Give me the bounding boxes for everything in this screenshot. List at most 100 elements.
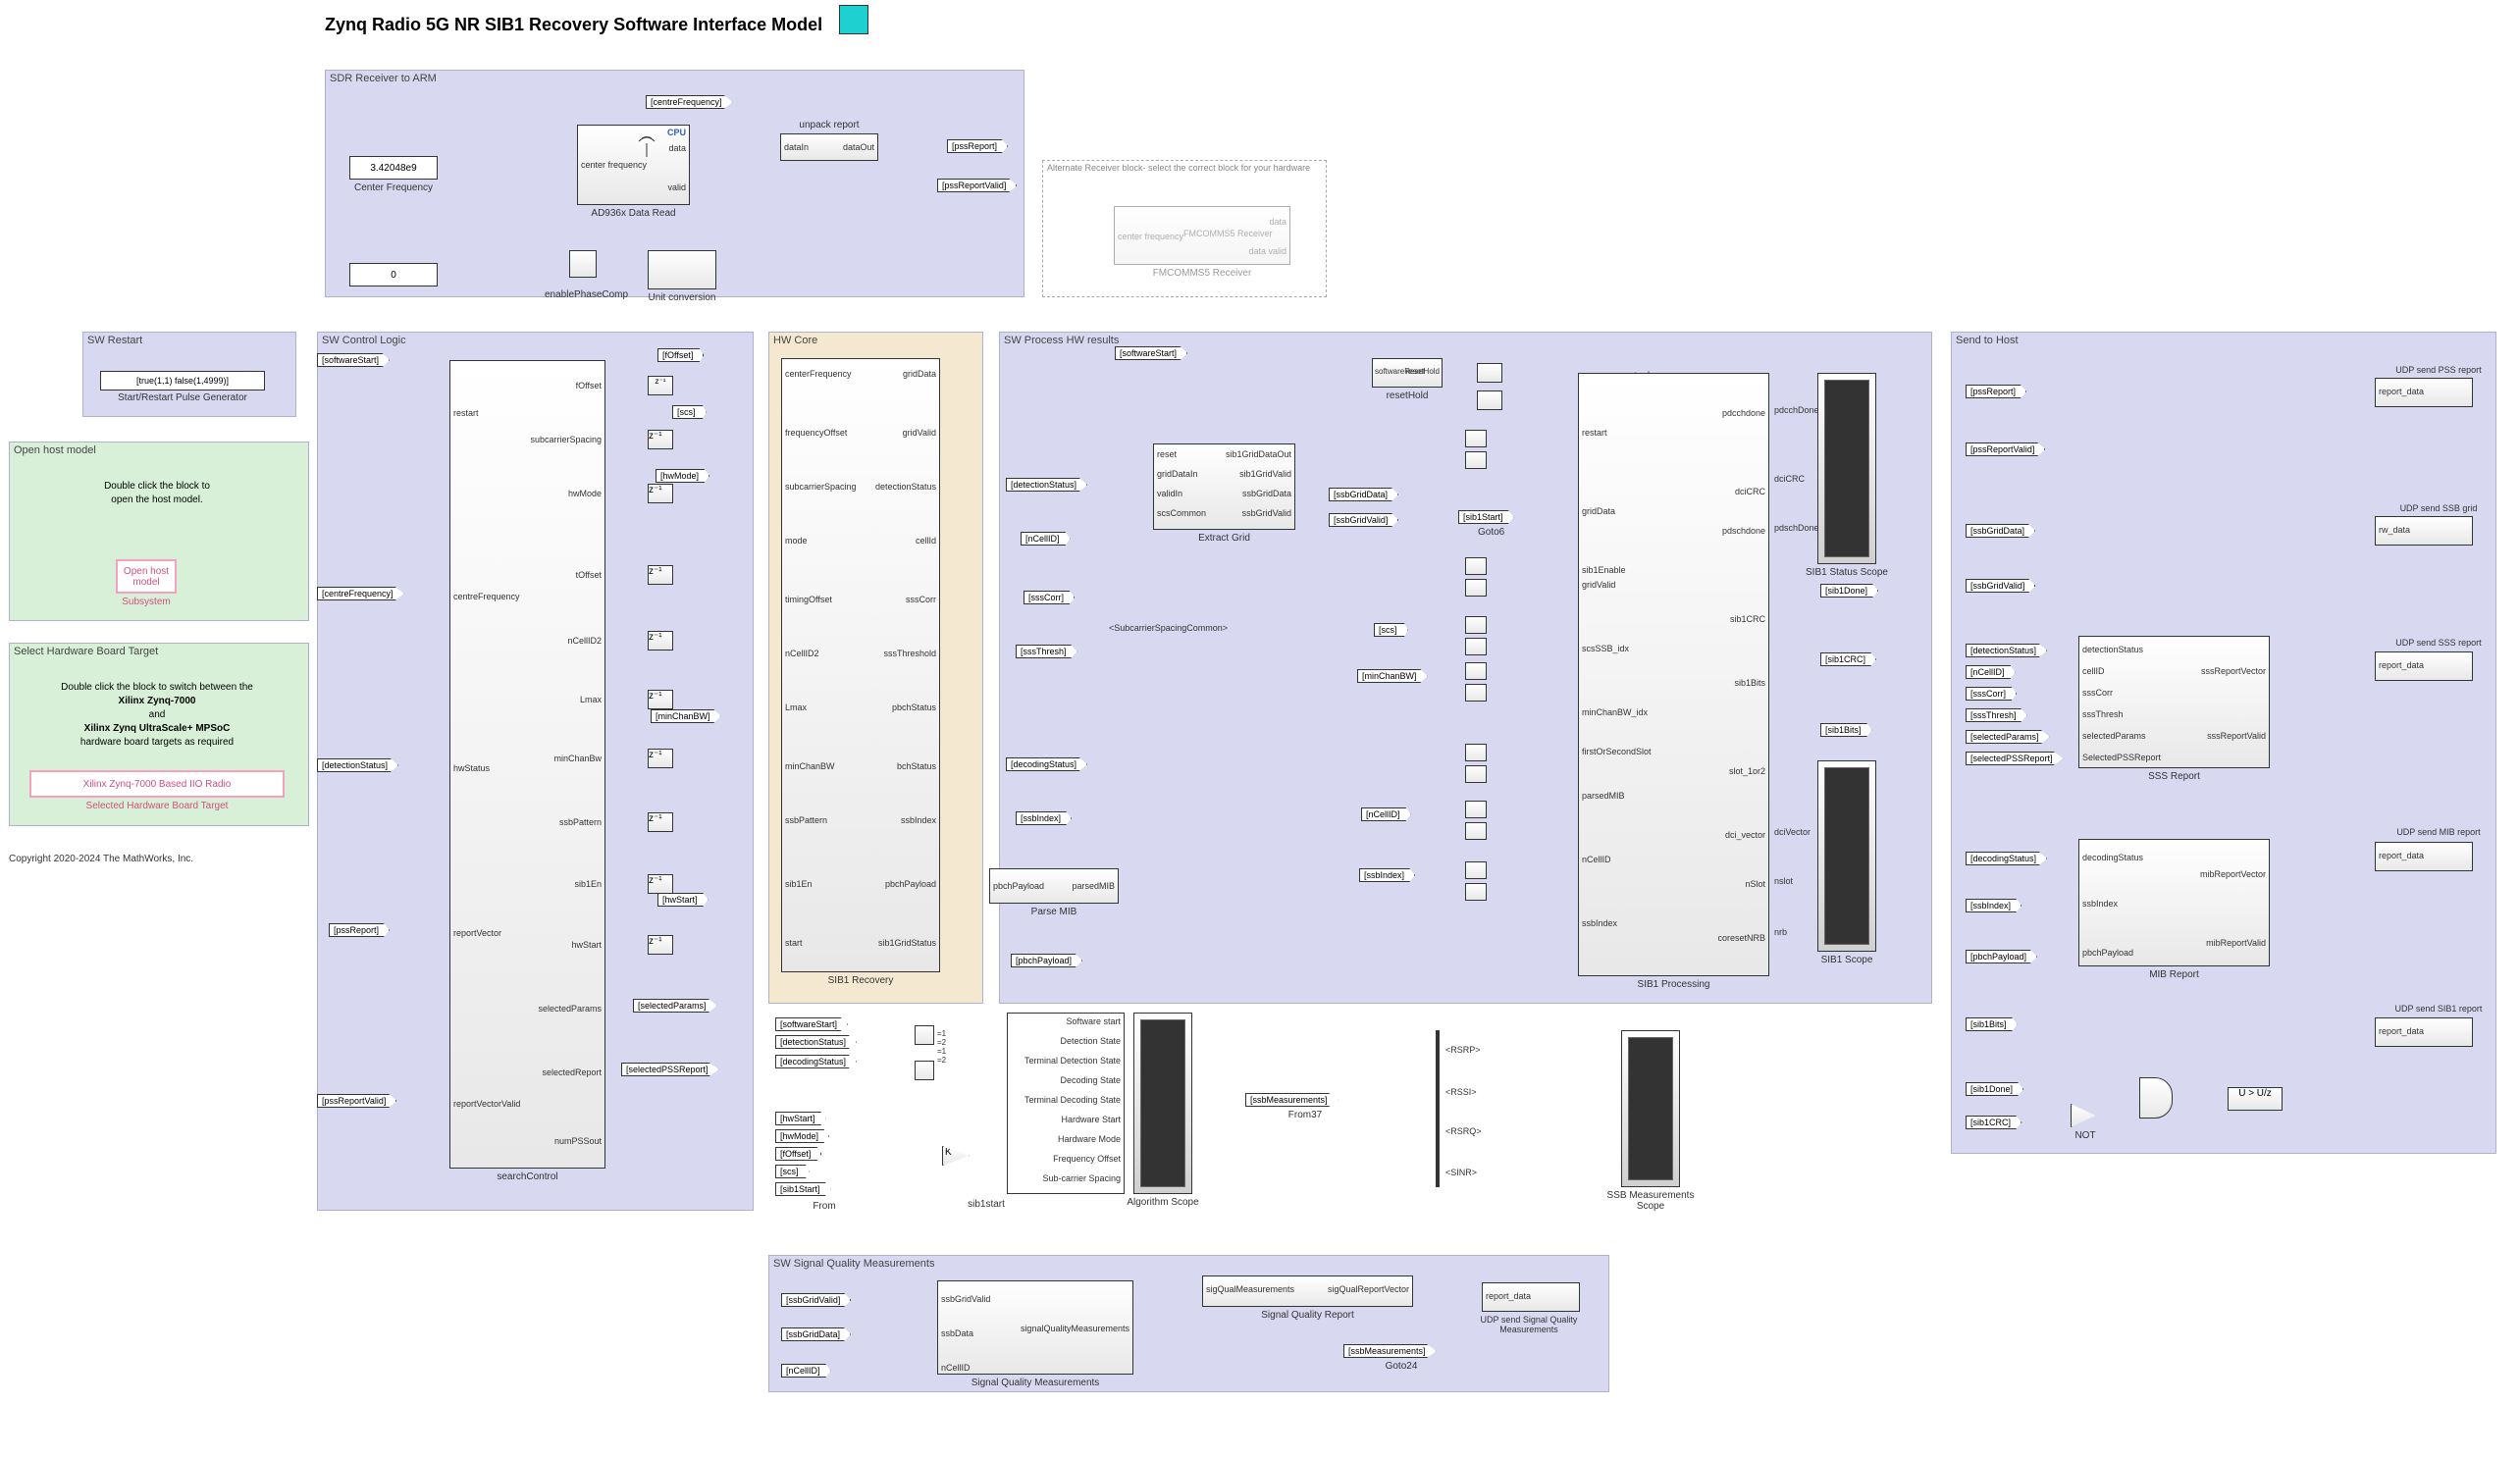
block-unpack[interactable]: dataIn dataOut bbox=[780, 133, 878, 161]
block-algorithm-scope[interactable] bbox=[1133, 1013, 1192, 1194]
tag-s1bits-sh[interactable]: [sib1Bits] bbox=[1966, 1017, 2018, 1031]
block-search-control[interactable]: restart centreFrequency hwStatus reportV… bbox=[449, 360, 605, 1169]
tag-selectedparams[interactable]: [selectedParams] bbox=[633, 999, 717, 1013]
tag-alg-decs[interactable]: [decodingStatus] bbox=[775, 1055, 857, 1068]
const-center-frequency[interactable]: 3.42048e9 bbox=[349, 156, 438, 180]
tag-ssbi-sh[interactable]: [ssbIndex] bbox=[1966, 899, 2021, 912]
block-reset-hold[interactable]: softwareReset resetHold bbox=[1372, 358, 1443, 388]
buf-f2[interactable] bbox=[1465, 822, 1487, 840]
delay-9[interactable]: z⁻¹ bbox=[648, 874, 673, 894]
delay-5[interactable]: z⁻¹ bbox=[648, 631, 673, 650]
tag-scs[interactable]: [scs] bbox=[672, 405, 707, 419]
hw-button[interactable]: Xilinx Zynq-7000 Based IIO Radio bbox=[29, 770, 285, 798]
tag-ssbmeas-goto[interactable]: [ssbMeasurements] bbox=[1343, 1344, 1437, 1358]
buf-b1[interactable] bbox=[1465, 557, 1487, 575]
delay-4[interactable]: z⁻¹ bbox=[648, 565, 673, 585]
gain-k[interactable]: K bbox=[942, 1146, 970, 1166]
tag-ssbgd-sq[interactable]: [ssbGridData] bbox=[781, 1327, 851, 1341]
block-sib1-status-scope[interactable] bbox=[1817, 373, 1876, 564]
buf-d2[interactable] bbox=[1465, 684, 1487, 702]
tag-cf-in[interactable]: [centreFrequency] bbox=[317, 587, 404, 600]
block-parse-mib[interactable]: pbchPayload parsedMIB bbox=[989, 868, 1119, 904]
tag-hwstart[interactable]: [hwStart] bbox=[657, 893, 709, 907]
tag-scs-sp[interactable]: [scs] bbox=[1374, 623, 1408, 637]
tag-sib1done[interactable]: [sib1Done] bbox=[1820, 584, 1878, 598]
delay-6[interactable]: z⁻¹ bbox=[648, 690, 673, 709]
tag-ssbgd-goto[interactable]: [ssbGridData] bbox=[1329, 488, 1398, 501]
tag-ncid-sp[interactable]: [nCellID] bbox=[1361, 807, 1411, 821]
tag-foffset[interactable]: [fOffset] bbox=[657, 348, 704, 362]
tag-centre-freq-from[interactable]: [centreFrequency] bbox=[646, 95, 733, 109]
tag-ssbgd-sh[interactable]: [ssbGridData] bbox=[1966, 524, 2035, 538]
buf-c2[interactable] bbox=[1465, 638, 1487, 655]
block-sib1-processing[interactable]: restart gridData sib1Enable gridValid sc… bbox=[1578, 373, 1769, 976]
buf-d1[interactable] bbox=[1465, 662, 1487, 680]
tag-ssscorr-out[interactable]: [sssCorr] bbox=[1024, 591, 1075, 604]
tag-alg-hws[interactable]: [hwStart] bbox=[775, 1112, 826, 1125]
block-extract-grid[interactable]: reset gridDataIn validIn scsCommon sib1G… bbox=[1153, 443, 1295, 530]
buf-c1[interactable] bbox=[1465, 616, 1487, 634]
tag-ssbgv-goto[interactable]: [ssbGridValid] bbox=[1329, 513, 1398, 527]
block-udp-sib1[interactable]: report_data bbox=[2375, 1017, 2473, 1047]
tag-alg-s1s[interactable]: [sib1Start] bbox=[775, 1182, 831, 1196]
buf-1[interactable] bbox=[1477, 363, 1502, 383]
tag-pssr-in[interactable]: [pssReport] bbox=[329, 923, 390, 937]
tag-ncid-sh[interactable]: [nCellID] bbox=[1966, 665, 2016, 679]
block-mib-report[interactable]: decodingStatus ssbIndex pbchPayload mibR… bbox=[2078, 839, 2270, 966]
tag-sib1bits[interactable]: [sib1Bits] bbox=[1820, 723, 1872, 737]
delay-1[interactable]: z⁻¹ bbox=[648, 376, 673, 395]
tag-minchanbw[interactable]: [minChanBW] bbox=[651, 709, 721, 723]
block-udp-pss[interactable]: report_data bbox=[2375, 378, 2473, 407]
tag-decs-sh[interactable]: [decodingStatus] bbox=[1966, 852, 2047, 865]
tag-selectedpssreport[interactable]: [selectedPSSReport] bbox=[621, 1063, 719, 1076]
tag-alg-scs[interactable]: [scs] bbox=[775, 1165, 810, 1178]
buf-e1[interactable] bbox=[1465, 744, 1487, 761]
tag-pssrv-sh[interactable]: [pssReportValid] bbox=[1966, 442, 2045, 456]
tag-alg-sws[interactable]: [softwareStart] bbox=[775, 1017, 848, 1031]
cmp-eq-2[interactable] bbox=[915, 1061, 934, 1080]
bus-selector[interactable] bbox=[1436, 1030, 1440, 1187]
tag-ssbindex-out[interactable]: [ssbIndex] bbox=[1016, 811, 1072, 825]
tag-sssth-sh[interactable]: [sssThresh] bbox=[1966, 708, 2027, 722]
buf-b2[interactable] bbox=[1465, 579, 1487, 597]
block-sig-qual-report[interactable]: sigQualMeasurements sigQualReportVector bbox=[1202, 1275, 1413, 1307]
buf-f1[interactable] bbox=[1465, 801, 1487, 818]
tag-alg-fo[interactable]: [fOffset] bbox=[775, 1147, 821, 1161]
tag-pssrv-in[interactable]: [pssReportValid] bbox=[317, 1094, 396, 1108]
tag-sssthresh-out[interactable]: [sssThresh] bbox=[1016, 645, 1077, 658]
delay-2[interactable]: z⁻¹ bbox=[648, 430, 673, 449]
block-sib1-scope[interactable] bbox=[1817, 760, 1876, 952]
open-host-button[interactable]: Open host model bbox=[116, 559, 177, 594]
tag-selpss-sh[interactable]: [selectedPSSReport] bbox=[1966, 752, 2064, 765]
const-zero[interactable]: 0 bbox=[349, 263, 438, 286]
buf-a2[interactable] bbox=[1465, 451, 1487, 469]
tag-s1done-sh[interactable]: [sib1Done] bbox=[1966, 1082, 2023, 1096]
tag-decstatus-out[interactable]: [decodingStatus] bbox=[1006, 757, 1087, 771]
tag-sib1start-goto[interactable]: [sib1Start] bbox=[1458, 510, 1514, 524]
block-sib1-recovery[interactable]: centerFrequency frequencyOffset subcarri… bbox=[781, 358, 940, 972]
block-ssb-meas-scope[interactable] bbox=[1621, 1030, 1680, 1187]
tag-ds-out[interactable]: [detectionStatus] bbox=[1006, 478, 1087, 492]
tag-ds-in[interactable]: [detectionStatus] bbox=[317, 758, 398, 772]
tag-pss-report-goto[interactable]: [pssReport] bbox=[947, 139, 1008, 153]
block-sig-qual-meas[interactable]: ssbGridValid ssbData nCellID signalQuali… bbox=[937, 1280, 1133, 1375]
buf-g2[interactable] bbox=[1465, 883, 1487, 901]
tag-ncellid-out[interactable]: [nCellID] bbox=[1021, 532, 1071, 546]
tag-ssbmeas[interactable]: [ssbMeasurements] bbox=[1245, 1093, 1339, 1107]
tag-ssbgv-sh[interactable]: [ssbGridValid] bbox=[1966, 579, 2035, 593]
tag-pssr-sh[interactable]: [pssReport] bbox=[1966, 385, 2026, 398]
and-gate[interactable] bbox=[2139, 1077, 2173, 1119]
tag-mcb-sp[interactable]: [minChanBW] bbox=[1357, 669, 1428, 683]
tag-sws-from[interactable]: [softwareStart] bbox=[1115, 346, 1187, 360]
tag-ncid-sq[interactable]: [nCellID] bbox=[781, 1364, 831, 1378]
tag-ssbgv-sq[interactable]: [ssbGridValid] bbox=[781, 1293, 851, 1307]
buf-2[interactable] bbox=[1477, 390, 1502, 410]
block-udp-sss[interactable]: report_data bbox=[2375, 651, 2473, 681]
delay-8[interactable]: z⁻¹ bbox=[648, 812, 673, 832]
title-badge[interactable] bbox=[839, 5, 868, 34]
tag-alg-ds[interactable]: [detectionStatus] bbox=[775, 1035, 857, 1049]
tag-sib1crc[interactable]: [sib1CRC] bbox=[1820, 652, 1876, 666]
block-sss-report[interactable]: detectionStatus cellID sssCorr sssThresh… bbox=[2078, 636, 2270, 768]
delay-7[interactable]: z⁻¹ bbox=[648, 749, 673, 768]
const-pulse-gen[interactable]: [true(1,1) false(1,4999)] bbox=[100, 371, 265, 390]
